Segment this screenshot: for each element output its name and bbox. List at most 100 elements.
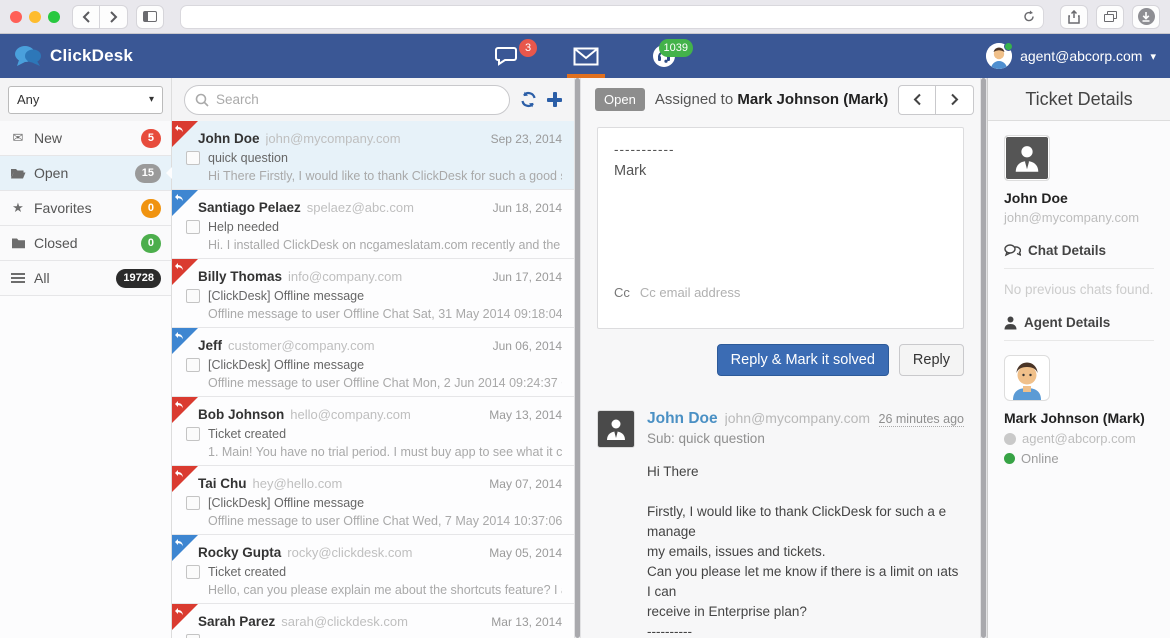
sidebar-item-favorites[interactable]: ★ Favorites 0 <box>0 191 171 226</box>
prev-ticket-button[interactable] <box>898 85 936 115</box>
reply-actions: Reply & Mark it solved Reply <box>597 344 964 376</box>
chat-details-section-title: Chat Details <box>1004 243 1154 258</box>
ticket-preview: Hi There Firstly, I would like to thank … <box>186 169 562 183</box>
ticket-checkbox[interactable] <box>186 427 200 441</box>
assignee-name: Mark Johnson (Mark) <box>737 91 888 108</box>
search-field[interactable] <box>184 85 510 115</box>
downloads-button[interactable] <box>1132 5 1160 29</box>
ticket-subject: Help needed <box>208 220 279 234</box>
section-label: Agent Details <box>1024 315 1110 330</box>
section-label: Chat Details <box>1028 243 1106 258</box>
ticket-date: Jun 17, 2014 <box>493 270 562 284</box>
chat-bubbles-icon <box>1004 244 1021 257</box>
tab-overview-button[interactable] <box>1096 5 1124 29</box>
divider <box>1004 268 1154 269</box>
ticket-details-panel: Ticket Details John Doe john@mycompany.c… <box>987 78 1170 638</box>
sidebar-item-label: New <box>34 130 62 146</box>
ticket-checkbox[interactable] <box>186 358 200 372</box>
zoom-window-button[interactable] <box>48 11 60 23</box>
browser-back-button[interactable] <box>72 5 100 29</box>
ticket-row[interactable]: Billy Thomasinfo@company.comJun 17, 2014… <box>172 259 574 328</box>
main-scrollbar[interactable] <box>980 78 987 638</box>
sidebar-toggle-button[interactable] <box>136 5 164 29</box>
close-window-button[interactable] <box>10 11 22 23</box>
agent-email: agent@abcorp.com <box>1022 431 1136 446</box>
ticket-row[interactable]: John Doejohn@mycompany.comSep 23, 2014 q… <box>172 121 574 190</box>
ticket-list-column: John Doejohn@mycompany.comSep 23, 2014 q… <box>172 78 574 638</box>
cc-label: Cc <box>614 285 630 300</box>
online-indicator <box>1004 42 1013 51</box>
sidebar-item-label: Closed <box>34 235 78 251</box>
message-timestamp[interactable]: 26 minutes ago <box>879 412 964 427</box>
person-icon <box>1004 316 1017 330</box>
account-menu[interactable]: agent@abcorp.com ▾ <box>986 43 1156 69</box>
ticket-row[interactable]: Jeffcustomer@company.comJun 06, 2014 [Cl… <box>172 328 574 397</box>
ticket-date: May 07, 2014 <box>489 477 562 491</box>
agent-status-line: Online <box>1004 451 1154 466</box>
flag-icon <box>172 466 198 492</box>
ticket-checkbox[interactable] <box>186 151 200 165</box>
message-sender-email: john@mycompany.com <box>725 410 872 426</box>
url-input[interactable] <box>189 10 1023 24</box>
tab-tickets[interactable]: 1039 <box>649 34 679 78</box>
agent-avatar <box>986 43 1012 69</box>
share-icon <box>1068 10 1080 24</box>
flag-icon <box>172 397 198 423</box>
ticket-row[interactable]: Sarah Parezsarah@clickdesk.comMar 13, 20… <box>172 604 574 638</box>
flag-icon <box>172 259 198 285</box>
ticket-checkbox[interactable] <box>186 634 200 638</box>
ticket-checkbox[interactable] <box>186 496 200 510</box>
closed-folder-icon <box>10 237 26 249</box>
reply-button[interactable]: Reply <box>899 344 964 376</box>
tab-chats[interactable]: 3 <box>491 34 523 78</box>
address-bar[interactable] <box>180 5 1044 29</box>
ticket-date: May 13, 2014 <box>489 408 562 422</box>
ticket-row[interactable]: Bob Johnsonhello@company.comMay 13, 2014… <box>172 397 574 466</box>
ticket-row[interactable]: Tai Chuhey@hello.comMay 07, 2014 [ClickD… <box>172 466 574 535</box>
sidebar-item-open[interactable]: Open 15 <box>0 156 171 191</box>
ticket-checkbox[interactable] <box>186 220 200 234</box>
reply-editor[interactable]: ----------- Mark Cc <box>597 127 964 329</box>
cc-input[interactable] <box>640 285 947 300</box>
scrollbar-thumb[interactable] <box>575 78 580 638</box>
browser-chrome <box>0 0 1170 34</box>
tab-mail-active[interactable] <box>569 34 603 78</box>
message-item: John Doe john@mycompany.com 26 minutes a… <box>597 410 964 638</box>
count-badge: 19728 <box>116 269 161 288</box>
ticket-checkbox[interactable] <box>186 565 200 579</box>
next-ticket-button[interactable] <box>936 85 974 115</box>
open-folder-icon <box>10 167 26 179</box>
message-sender-link[interactable]: John Doe <box>647 410 718 428</box>
sidebar-item-new[interactable]: ✉ New 5 <box>0 121 171 156</box>
reload-icon[interactable] <box>1023 10 1035 23</box>
brand-name: ClickDesk <box>50 46 133 66</box>
search-icon <box>195 93 209 107</box>
customer-email: john@mycompany.com <box>1004 210 1154 225</box>
ticket-sender: Sarah Parez <box>198 614 275 629</box>
ticket-preview: Offline message to user Offline Chat Sat… <box>186 307 562 321</box>
status-badge: Open <box>595 88 645 111</box>
refresh-button[interactable] <box>520 91 537 108</box>
flag-icon <box>172 190 198 216</box>
sidebar-item-closed[interactable]: Closed 0 <box>0 226 171 261</box>
reply-and-solve-button[interactable]: Reply & Mark it solved <box>717 344 889 376</box>
browser-forward-button[interactable] <box>100 5 128 29</box>
tabs-icon <box>1104 11 1117 22</box>
search-input[interactable] <box>216 92 499 107</box>
scrollbar-thumb[interactable] <box>981 78 986 638</box>
ticket-checkbox[interactable] <box>186 289 200 303</box>
ticket-sender: Jeff <box>198 338 222 353</box>
ticket-row[interactable]: Rocky Guptarocky@clickdesk.comMay 05, 20… <box>172 535 574 604</box>
envelope-icon: ✉ <box>10 130 26 146</box>
filter-select[interactable]: Any ▾ <box>8 86 163 114</box>
app-header: ClickDesk 3 1039 <box>0 34 1170 78</box>
ticket-row[interactable]: Santiago Pelaezspelaez@abc.comJun 18, 20… <box>172 190 574 259</box>
ticket-email: spelaez@abc.com <box>307 200 487 215</box>
minimize-window-button[interactable] <box>29 11 41 23</box>
share-button[interactable] <box>1060 5 1088 29</box>
new-ticket-button[interactable] <box>547 92 562 107</box>
ticket-pager <box>898 85 974 115</box>
list-scrollbar[interactable] <box>574 78 581 638</box>
brand[interactable]: ClickDesk <box>14 45 133 67</box>
sidebar-item-all[interactable]: All 19728 <box>0 261 171 296</box>
